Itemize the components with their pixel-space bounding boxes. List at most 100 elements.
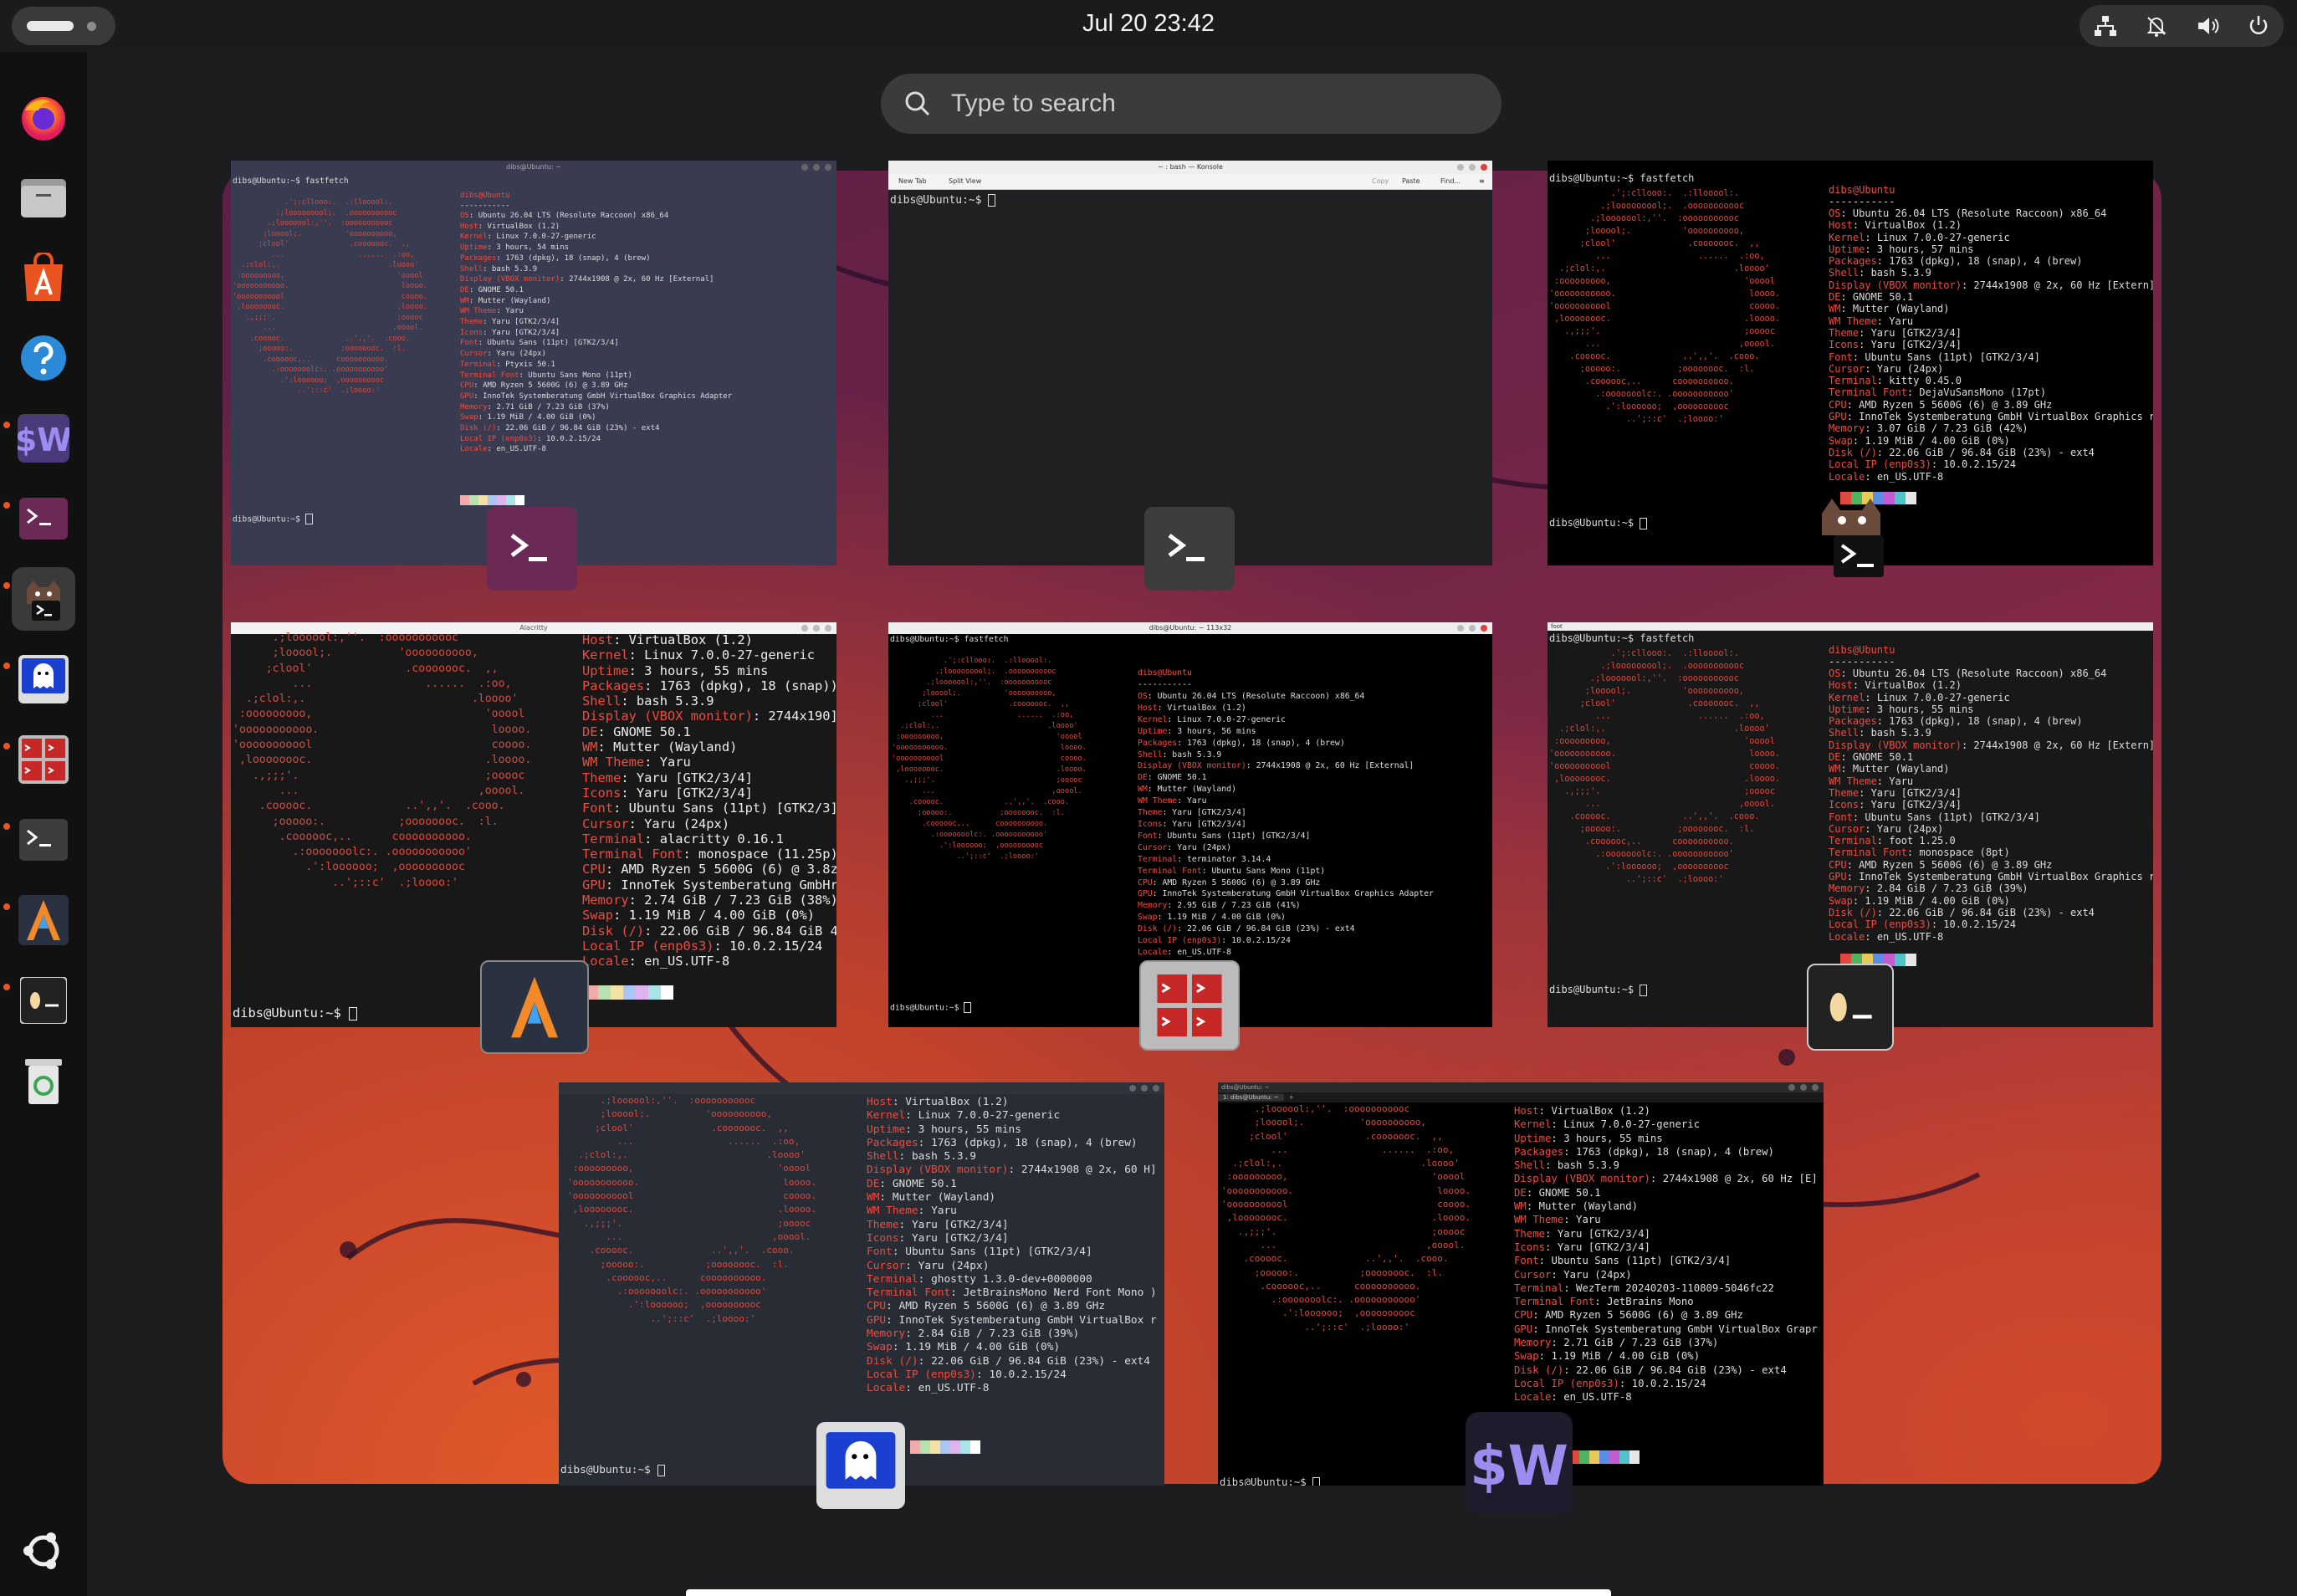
dock-alacritty[interactable] — [12, 888, 75, 952]
activities-button[interactable] — [12, 7, 115, 45]
maximize-button[interactable] — [1469, 625, 1476, 632]
fetch-info-row: Font: Ubuntu Sans (11pt) [GTK2/3] — [582, 801, 836, 816]
maximize-button[interactable] — [813, 164, 820, 171]
fetch-info-row: DE: GNOME 50.1 — [867, 1177, 957, 1190]
window-titlebar[interactable]: dibs@Ubuntu: ~ — [231, 161, 836, 174]
fetch-value: 2.71 GiB / 7.23 GiB (37%) — [496, 402, 610, 412]
terminator-app-badge[interactable] — [1139, 960, 1240, 1051]
fetch-key: Font — [460, 339, 478, 348]
fetch-info-row: Cursor: Yaru (24px) — [582, 816, 730, 831]
window-titlebar[interactable] — [559, 1082, 1164, 1094]
maximize-button[interactable] — [1141, 1085, 1148, 1092]
search-input[interactable] — [949, 82, 1471, 125]
fetch-key: Swap — [460, 413, 478, 422]
close-button[interactable] — [825, 164, 831, 171]
minimize-button[interactable] — [1457, 164, 1464, 171]
close-button[interactable] — [1481, 625, 1487, 632]
fetch-info-row: DE: GNOME 50.1 — [582, 724, 691, 739]
close-button[interactable] — [1812, 1084, 1819, 1091]
system-tray[interactable] — [2080, 5, 2284, 47]
fetch-value: JetBrains Mono — [1607, 1296, 1694, 1308]
dock-files[interactable] — [12, 166, 75, 229]
wezterm-app-badge[interactable]: $W — [1466, 1412, 1573, 1514]
fetch-value: 3 hours, 55 mins — [1563, 1132, 1663, 1144]
maximize-button[interactable] — [813, 625, 820, 632]
fetch-key: Locale — [1829, 470, 1865, 483]
close-button[interactable] — [825, 625, 831, 632]
minimize-button[interactable] — [1457, 625, 1464, 632]
terminal-content[interactable]: .;loooool:,''. :ooooooooooc ;looool;. 'o… — [559, 1094, 1164, 1476]
terminal-content[interactable]: dibs@Ubuntu:~$ fastfetch .';:cllooo:. .:… — [231, 174, 836, 524]
power-icon[interactable] — [2242, 9, 2275, 43]
fetch-info-row: Host: VirtualBox (1.2) — [1138, 703, 1246, 713]
terminal-content[interactable]: .;loooool:,''. :ooooooooooc ;looool;. 'o… — [231, 632, 836, 1021]
alacritty-app-badge[interactable] — [480, 960, 589, 1054]
volume-icon[interactable] — [2191, 9, 2224, 43]
fetch-key: Disk (/) — [1138, 924, 1178, 934]
tab-1[interactable]: 1: dibs@Ubuntu: ~ — [1218, 1094, 1284, 1101]
maximize-button[interactable] — [1800, 1084, 1807, 1091]
show-apps-button[interactable] — [12, 1519, 75, 1583]
minimize-button[interactable] — [1129, 1085, 1136, 1092]
window-titlebar[interactable]: ~ : bash — Konsole — [888, 161, 1492, 174]
terminal-content[interactable]: dibs@Ubuntu:~$ fastfetch .';:cllooo:. .:… — [1548, 161, 2153, 529]
dock-help[interactable] — [12, 326, 75, 390]
fetch-key: Display (VBOX monitor) — [1829, 739, 1962, 751]
fetch-info-row: Uptime: 3 hours, 55 mins — [1514, 1132, 1663, 1144]
window-titlebar[interactable]: dibs@Ubuntu: ~ 113x32 — [888, 622, 1492, 634]
fetch-key: OS — [460, 212, 469, 220]
fetch-value: bash 5.3.9 — [911, 1150, 976, 1164]
dock-firefox[interactable] — [12, 85, 75, 149]
dock-kitty[interactable] — [12, 567, 75, 631]
minimize-button[interactable] — [801, 625, 808, 632]
maximize-button[interactable] — [1469, 164, 1476, 171]
fetch-key: Cursor — [460, 350, 488, 359]
window-konsole[interactable]: ~ : bash — Konsole New Tab Split View Co… — [888, 161, 1492, 565]
dock-ptyxis[interactable] — [12, 487, 75, 550]
konsole-app-badge[interactable] — [1144, 507, 1235, 591]
terminal-content[interactable]: dibs@Ubuntu:~$ fastfetch .';:cllooo:. .:… — [1548, 631, 2153, 996]
dock-ghostty[interactable] — [12, 647, 75, 711]
command-line: dibs@Ubuntu:~$ fastfetch — [233, 176, 349, 186]
ptyxis-app-badge[interactable] — [487, 507, 577, 591]
foot-app-badge[interactable] — [1807, 964, 1894, 1051]
menu-icon[interactable]: ≡ — [1479, 174, 1485, 189]
split-view-button[interactable]: Split View — [949, 174, 981, 189]
window-titlebar[interactable]: foot — [1548, 622, 2153, 631]
close-button[interactable] — [1481, 164, 1487, 171]
window-titlebar[interactable]: dibs@Ubuntu: ~ — [1218, 1082, 1824, 1092]
new-tab-button[interactable]: + — [1286, 1094, 1294, 1101]
palette-swatch — [1579, 1450, 1589, 1464]
prompt[interactable]: dibs@Ubuntu:~$ — [890, 194, 996, 207]
window-ptyxis[interactable]: dibs@Ubuntu: ~ dibs@Ubuntu:~$ fastfetch … — [231, 161, 836, 565]
new-tab-button[interactable]: New Tab — [898, 174, 927, 189]
fetch-host: dibs@Ubuntu — [1829, 184, 1895, 196]
minimize-button[interactable] — [801, 164, 808, 171]
paste-button[interactable]: Paste — [1402, 174, 1420, 189]
fetch-info-row: Font: Ubuntu Sans (11pt) [GTK2/3/4] — [1514, 1255, 1732, 1267]
fetch-value: 10.0.2.15/24 — [1631, 1377, 1706, 1389]
kitty-app-badge[interactable] — [1807, 494, 1897, 577]
search-bar[interactable] — [881, 74, 1501, 134]
network-icon[interactable] — [2089, 9, 2122, 43]
dock-foot[interactable] — [12, 969, 75, 1032]
dock-konsole[interactable] — [12, 808, 75, 872]
close-button[interactable] — [1153, 1085, 1159, 1092]
terminal-content[interactable]: .;loooool:,''. :ooooooooooc ;looool;. 'o… — [1218, 1102, 1824, 1486]
clock[interactable]: Jul 20 23:42 — [1004, 10, 1293, 38]
fetch-info-row: Terminal: Ptyxis 50.1 — [460, 360, 555, 369]
terminal-content[interactable]: dibs@Ubuntu:~$ fastfetch .';:cllooo:. .:… — [888, 634, 1492, 1013]
copy-button[interactable]: Copy — [1372, 174, 1389, 189]
fetch-key: Local IP (enp0s3) — [1138, 936, 1222, 946]
palette-swatch — [661, 985, 673, 1000]
dock-app-center[interactable] — [12, 246, 75, 309]
dock-wezterm[interactable]: $W — [12, 407, 75, 470]
ghostty-app-badge[interactable] — [816, 1422, 905, 1509]
fetch-info-row: Shell: bash 5.3.9 — [1829, 727, 1931, 739]
dock-trash[interactable] — [12, 1049, 75, 1113]
dock-terminator[interactable] — [12, 728, 75, 791]
notifications-muted-icon[interactable] — [2140, 9, 2173, 43]
find-button[interactable]: Find... — [1440, 174, 1461, 189]
minimize-button[interactable] — [1788, 1084, 1795, 1091]
prompt: dibs@Ubuntu:~$ — [1220, 1476, 1321, 1486]
